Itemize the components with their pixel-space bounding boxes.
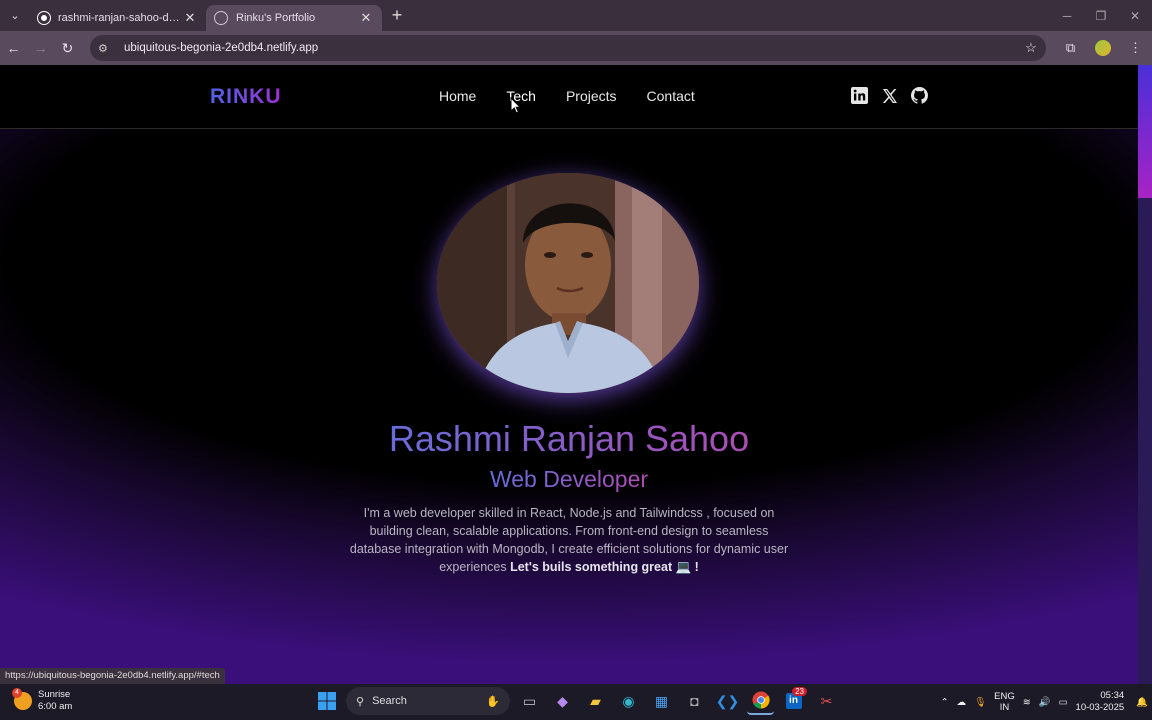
tab-github[interactable]: rashmi-ranjan-sahoo-dev/Portf ✕: [30, 5, 206, 31]
forward-button[interactable]: →: [27, 31, 54, 65]
site-nav-menu: Home Tech Projects Contact: [439, 88, 695, 104]
reload-button[interactable]: ↻: [54, 31, 81, 65]
page-scrollbar[interactable]: [1138, 65, 1152, 684]
globe-icon: [214, 11, 228, 25]
bookmark-star-icon[interactable]: ☆: [1016, 40, 1046, 56]
onedrive-icon[interactable]: ☁: [957, 697, 967, 708]
site-info-icon[interactable]: ⚙: [98, 42, 116, 55]
menu-kebab-icon[interactable]: ⋮: [1119, 40, 1152, 56]
camera-icon[interactable]: ◘: [681, 687, 708, 715]
bio-cta: Let's buils something great 💻 !: [510, 560, 699, 574]
browser-toolbar: ← → ↻ ⚙ ubiquitous-begonia-2e0db4.netlif…: [0, 31, 1152, 65]
clock-time: 05:34: [1100, 690, 1125, 701]
close-tab-icon[interactable]: ✕: [182, 10, 198, 26]
taskbar-search[interactable]: ⚲ Search ✋: [346, 687, 510, 715]
profile-photo: [437, 173, 699, 393]
linkedin-icon[interactable]: [851, 87, 868, 104]
github-icon[interactable]: [911, 87, 928, 104]
notifications-icon[interactable]: 🔔: [1136, 697, 1148, 708]
hero-name: Rashmi Ranjan Sahoo: [0, 418, 1138, 460]
site-logo[interactable]: RINKU: [210, 85, 282, 109]
language-indicator[interactable]: ENG IN: [994, 691, 1015, 713]
volume-icon[interactable]: 🔊: [1039, 697, 1051, 708]
scrollbar-thumb[interactable]: [1138, 65, 1152, 198]
github-icon: [38, 12, 50, 24]
clock[interactable]: 05:34 10-03-2025: [1076, 690, 1125, 714]
extensions-icon[interactable]: ⧉: [1054, 40, 1087, 56]
hero-role: Web Developer: [0, 466, 1138, 493]
lang-region: IN: [999, 702, 1010, 713]
copilot-icon[interactable]: ◆: [549, 687, 576, 715]
nav-contact[interactable]: Contact: [647, 88, 695, 104]
tab-portfolio[interactable]: Rinku's Portfolio ✕: [206, 5, 382, 31]
wifi-icon[interactable]: ≋: [1023, 697, 1031, 708]
page-viewport: RINKU Home Tech Projects Contact Rashmi …: [0, 65, 1138, 684]
minimize-icon[interactable]: ─: [1050, 0, 1084, 31]
nav-projects[interactable]: Projects: [566, 88, 617, 104]
hero-bio: I'm a web developer skilled in React, No…: [344, 504, 794, 576]
search-highlight-icon: ✋: [486, 695, 500, 708]
store-icon[interactable]: ▦: [648, 687, 675, 715]
vscode-icon[interactable]: ❮❯: [714, 687, 741, 715]
clock-date: 10-03-2025: [1075, 702, 1125, 713]
weather-title: Sunrise: [38, 689, 71, 700]
battery-icon[interactable]: ▭: [1059, 697, 1068, 708]
linkedin-badge: 23: [792, 687, 807, 696]
tab-title: Rinku's Portfolio: [236, 12, 316, 24]
search-label: Search: [372, 695, 407, 707]
link-status-bar: https://ubiquitous-begonia-2e0db4.netlif…: [0, 668, 225, 684]
tab-search-button[interactable]: ⌄: [0, 0, 30, 31]
lang-code: ENG: [994, 691, 1015, 702]
back-button[interactable]: ←: [0, 31, 27, 65]
restore-icon[interactable]: ❐: [1084, 0, 1118, 31]
tab-title: rashmi-ranjan-sahoo-dev/Portf: [58, 12, 182, 24]
new-tab-button[interactable]: +: [382, 5, 412, 26]
windows-start-icon[interactable]: [313, 687, 340, 715]
file-explorer-icon[interactable]: ▰: [582, 687, 609, 715]
nav-home[interactable]: Home: [439, 88, 476, 104]
chrome-icon[interactable]: [747, 687, 774, 715]
tab-strip: ⌄ rashmi-ranjan-sahoo-dev/Portf ✕ Rinku'…: [0, 0, 1152, 31]
system-tray: ⌃ ☁ 🎙 ENG IN ≋ 🔊 ▭ 05:34 10-03-2025 🔔: [937, 684, 1152, 720]
x-twitter-icon[interactable]: [881, 87, 898, 104]
linkedin-app-icon[interactable]: in 23: [780, 687, 807, 715]
sunrise-icon: 4: [12, 688, 32, 710]
search-icon: ⚲: [356, 695, 365, 708]
snipping-tool-icon[interactable]: ✂: [813, 687, 840, 715]
tray-overflow-icon[interactable]: ⌃: [941, 697, 949, 708]
notification-badge: 4: [12, 688, 22, 698]
url-text[interactable]: ubiquitous-begonia-2e0db4.netlify.app: [124, 42, 1016, 54]
os-taskbar: 4 Sunrise 6:00 am ⚲ Search ✋ ▭ ◆ ▰ ◉ ▦ ◘…: [0, 684, 1152, 720]
site-header: RINKU Home Tech Projects Contact: [0, 65, 1138, 129]
microphone-icon[interactable]: 🎙: [974, 697, 986, 708]
profile-avatar[interactable]: [1095, 40, 1111, 56]
close-tab-icon[interactable]: ✕: [358, 10, 374, 26]
weather-widget[interactable]: 4 Sunrise 6:00 am: [12, 688, 73, 713]
weather-time: 6:00 am: [38, 701, 73, 712]
task-view-icon[interactable]: ▭: [516, 687, 543, 715]
address-bar[interactable]: ⚙ ubiquitous-begonia-2e0db4.netlify.app …: [90, 35, 1046, 61]
social-links: [851, 87, 928, 104]
close-window-icon[interactable]: ✕: [1118, 0, 1152, 31]
edge-icon[interactable]: ◉: [615, 687, 642, 715]
